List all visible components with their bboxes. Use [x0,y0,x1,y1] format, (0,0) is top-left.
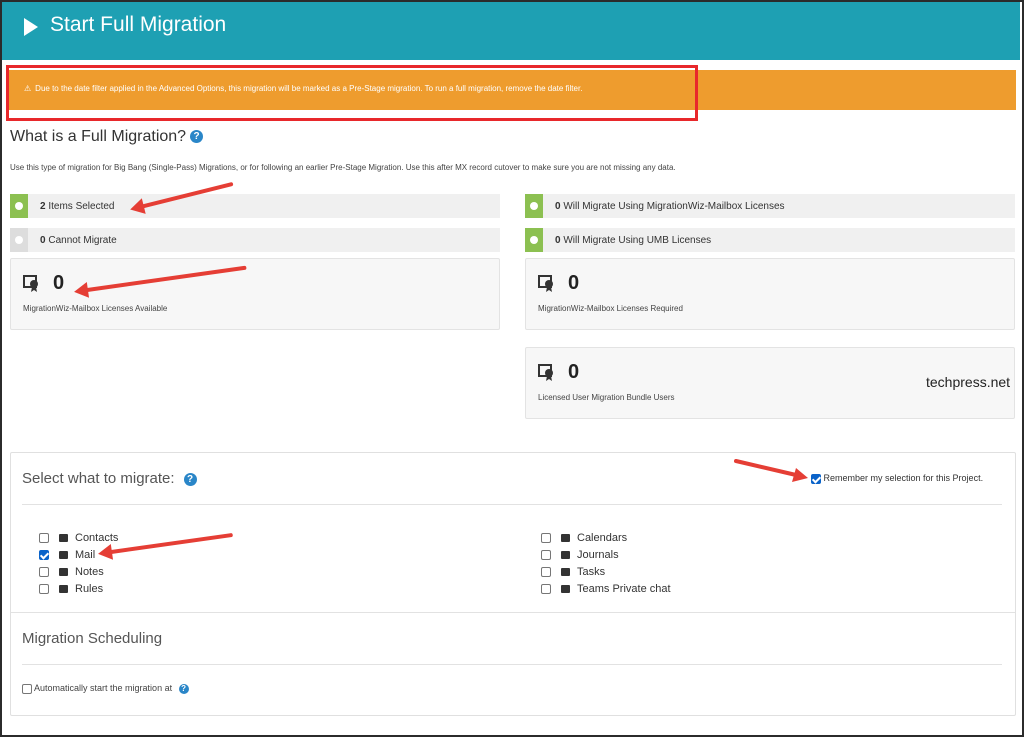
chat-icon [561,585,570,594]
help-icon[interactable]: ? [178,683,189,694]
play-icon [24,18,38,36]
divider [11,612,1015,613]
items-selected-label: Items Selected [48,201,115,212]
mailbox-licenses-count: 0 [555,201,561,212]
remember-selection[interactable]: Remember my selection for this Project. [811,473,983,484]
contacts-icon [59,534,68,543]
migrate-panel [10,452,1016,716]
option-label: Calendars [577,532,628,544]
licenses-required-caption: MigrationWiz-Mailbox Licenses Required [538,304,683,313]
help-icon[interactable]: ? [190,130,204,144]
bundle-users-value: 0 [568,361,580,383]
rules-checkbox[interactable] [39,584,49,595]
option-notes[interactable]: Notes [39,566,104,578]
option-label: Rules [75,583,104,595]
remember-checkbox[interactable] [811,473,821,484]
scheduling-title: Migration Scheduling [22,630,163,647]
status-dot-icon [10,228,28,252]
auto-start-label: Automatically start the migration at [34,683,173,693]
section-intro: Use this type of migration for Big Bang … [10,163,676,172]
help-icon[interactable]: ? [183,472,197,486]
option-tasks[interactable]: Tasks [541,566,605,578]
status-dot-icon [525,194,543,218]
calendar-icon [561,534,570,543]
contacts-checkbox[interactable] [39,533,49,544]
certificate-icon [538,364,553,381]
mailbox-licenses-label: Will Migrate Using MigrationWiz-Mailbox … [563,201,785,212]
notes-icon [59,568,68,577]
warning-highlight-box [6,65,698,121]
divider [22,664,1002,665]
option-calendars[interactable]: Calendars [541,532,627,544]
calendars-checkbox[interactable] [541,533,551,544]
bundle-users-caption: Licensed User Migration Bundle Users [538,393,675,402]
option-label: Mail [75,549,96,561]
cannot-migrate-label: Cannot Migrate [48,235,117,246]
tasks-icon [561,568,570,577]
dialog-title: Start Full Migration [50,13,227,36]
option-teams-chat[interactable]: Teams Private chat [541,583,671,595]
stat-umb-licenses: 0 Will Migrate Using UMB Licenses [525,228,1015,252]
stat-items-selected: 2 Items Selected [10,194,500,218]
status-dot-icon [525,228,543,252]
journal-icon [561,551,570,560]
stat-mailbox-licenses: 0 Will Migrate Using MigrationWiz-Mailbo… [525,194,1015,218]
status-dot-icon [10,194,28,218]
licenses-required-value: 0 [568,272,580,294]
option-label: Contacts [75,532,119,544]
rules-icon [59,585,68,594]
auto-start-checkbox[interactable] [22,683,32,694]
mail-icon [59,551,68,560]
option-label: Teams Private chat [577,583,671,595]
card-licenses-required: 0 MigrationWiz-Mailbox Licenses Required [525,258,1015,330]
tasks-checkbox[interactable] [541,567,551,578]
option-rules[interactable]: Rules [39,583,103,595]
umb-licenses-label: Will Migrate Using UMB Licenses [563,235,712,246]
items-selected-count: 2 [40,201,46,212]
mail-checkbox[interactable] [39,550,49,561]
annotation-arrow [734,459,808,482]
dialog-header: Start Full Migration [2,2,1020,60]
stat-cannot-migrate: 0 Cannot Migrate [10,228,500,252]
migrate-title-text: Select what to migrate: [22,470,175,487]
certificate-icon [23,275,38,292]
watermark: techpress.net [926,374,1011,390]
auto-start-option[interactable]: Automatically start the migration at ? [22,683,189,694]
migrate-title: Select what to migrate:? [22,470,197,487]
option-label: Notes [75,566,104,578]
option-label: Journals [577,549,619,561]
teams-chat-checkbox[interactable] [541,584,551,595]
option-journals[interactable]: Journals [541,549,619,561]
journals-checkbox[interactable] [541,550,551,561]
cannot-migrate-count: 0 [40,235,46,246]
licenses-available-caption: MigrationWiz-Mailbox Licenses Available [23,304,168,313]
section-title: What is a Full Migration?? [10,128,204,146]
notes-checkbox[interactable] [39,567,49,578]
option-label: Tasks [577,566,606,578]
option-contacts[interactable]: Contacts [39,532,118,544]
certificate-icon [538,275,553,292]
remember-label: Remember my selection for this Project. [823,473,984,483]
option-mail[interactable]: Mail [39,549,95,561]
section-title-text: What is a Full Migration? [10,128,187,145]
divider [22,504,1002,505]
umb-licenses-count: 0 [555,235,561,246]
licenses-available-value: 0 [53,272,65,294]
